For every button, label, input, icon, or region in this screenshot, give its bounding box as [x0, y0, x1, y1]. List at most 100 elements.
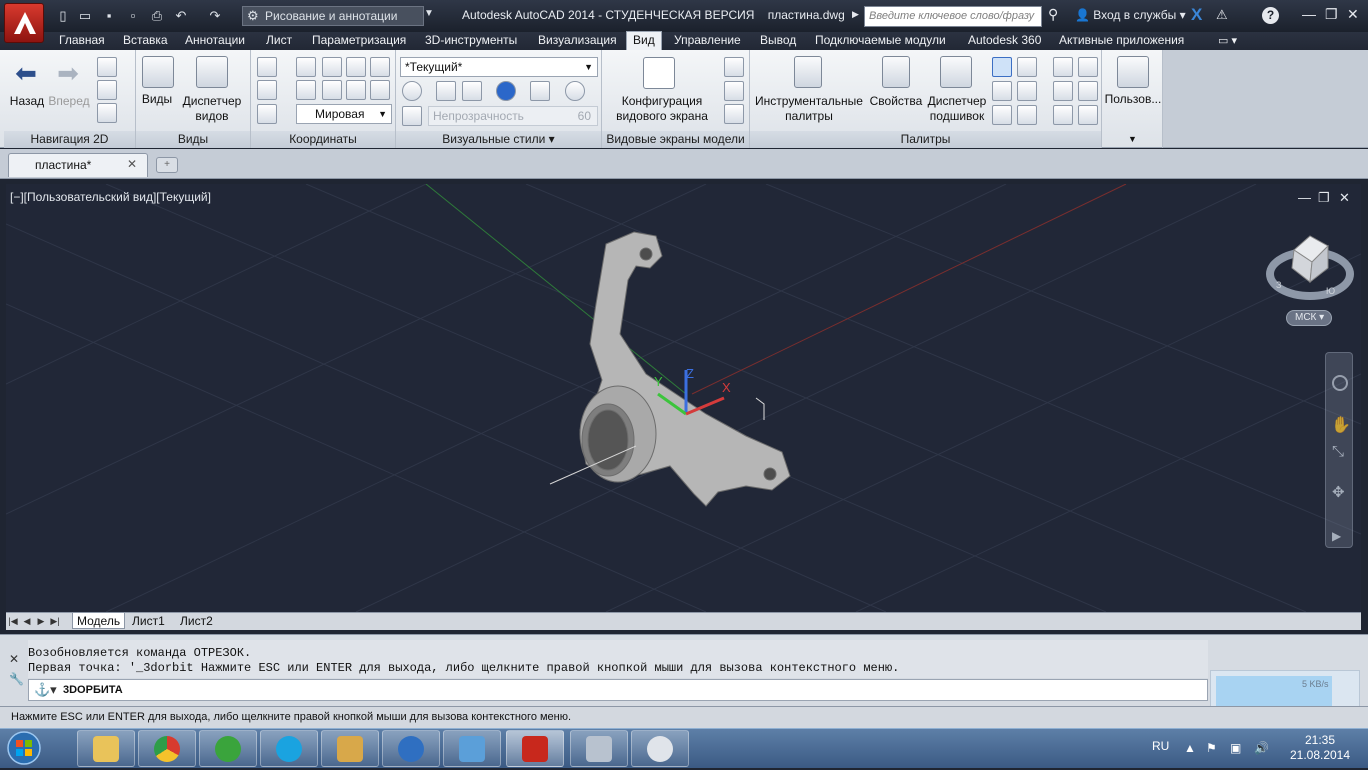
properties-icon[interactable]: [882, 56, 910, 88]
lights-list-icon[interactable]: [1078, 81, 1098, 101]
view-manager-icon[interactable]: [196, 56, 228, 88]
ucs-icon[interactable]: [257, 57, 277, 77]
ucs-previous-icon[interactable]: [296, 80, 316, 100]
visual-style-select[interactable]: *Текущий* ▼: [400, 57, 598, 77]
environment-icon[interactable]: [565, 81, 585, 101]
views-label[interactable]: Виды: [138, 92, 176, 107]
open-file-icon[interactable]: ▭: [76, 7, 94, 25]
showmotion-icon[interactable]: ▶: [1332, 529, 1341, 543]
save-as-icon[interactable]: ▫: [124, 7, 142, 25]
new-file-icon[interactable]: ▯: [54, 7, 72, 25]
properties-label[interactable]: Свойства: [868, 94, 924, 109]
last-layout-icon[interactable]: ▶|: [50, 615, 60, 627]
user-interface-icon[interactable]: [1117, 56, 1149, 88]
taskbar-photos[interactable]: [443, 730, 501, 767]
tab-view[interactable]: Вид: [626, 31, 662, 51]
sheet-set-label[interactable]: Диспетчер подшивок: [926, 94, 988, 124]
drawing-viewport[interactable]: Z Y X З Ю: [6, 184, 1361, 612]
sheet-set-icon[interactable]: [940, 56, 972, 88]
tool-palettes-icon[interactable]: [794, 56, 822, 88]
xray-icon[interactable]: [402, 106, 422, 126]
shadows-icon[interactable]: [436, 81, 456, 101]
taskbar-autocad[interactable]: [506, 730, 564, 767]
close-button[interactable]: ✕: [1347, 6, 1359, 23]
tray-expand-icon[interactable]: ▲: [1184, 741, 1196, 755]
first-layout-icon[interactable]: |◀: [8, 615, 18, 627]
markup-icon[interactable]: [992, 105, 1012, 125]
layout-tab-sheet1[interactable]: Лист1: [128, 613, 169, 629]
clock[interactable]: 21:35 21.08.2014: [1288, 733, 1352, 763]
ucs-view-icon[interactable]: [257, 104, 277, 124]
tab-insert[interactable]: Вставка: [117, 32, 174, 50]
zoom-extents-icon[interactable]: [97, 103, 117, 123]
lighting-icon[interactable]: [462, 81, 482, 101]
tab-output[interactable]: Вывод: [754, 32, 802, 50]
opacity-slider[interactable]: Непрозрачность 60: [428, 106, 598, 126]
tab-3d-tools[interactable]: 3D-инструменты: [419, 32, 523, 50]
tool-palettes-label[interactable]: Инструментальные палитры: [752, 94, 866, 124]
edge-effects-icon[interactable]: [402, 81, 422, 101]
layer-properties-icon[interactable]: [1017, 57, 1037, 77]
visual-styles-manager-icon[interactable]: [1078, 57, 1098, 77]
tab-home[interactable]: Главная: [53, 32, 111, 50]
taskbar-utorrent[interactable]: [199, 730, 257, 767]
flag-icon[interactable]: ⚑: [1206, 741, 1217, 755]
viewport-config-label[interactable]: Конфигурация видового экрана: [606, 94, 718, 124]
signin-button[interactable]: 👤 Вход в службы ▾: [1075, 8, 1186, 22]
steering-wheel-icon[interactable]: [1332, 375, 1348, 391]
tab-addins[interactable]: Подключаемые модули: [809, 32, 952, 50]
taskbar-chrome[interactable]: [138, 730, 196, 767]
taskbar-explorer[interactable]: [77, 730, 135, 767]
viewport-controls-label[interactable]: [−][Пользовательский вид][Текущий]: [10, 190, 211, 204]
ucs-3point-icon[interactable]: [322, 80, 342, 100]
ucs-world-icon[interactable]: [257, 80, 277, 100]
tab-render[interactable]: Визуализация: [532, 32, 623, 50]
maximize-button[interactable]: ❐: [1325, 6, 1338, 23]
minimize-button[interactable]: —: [1302, 6, 1316, 22]
face-style-icon[interactable]: [530, 81, 550, 101]
render-palette-icon[interactable]: [1053, 81, 1073, 101]
taskbar-downloads[interactable]: [321, 730, 379, 767]
sun-properties-icon[interactable]: [1053, 105, 1073, 125]
autocad-app-menu-button[interactable]: [4, 3, 44, 43]
tab-annotate[interactable]: Аннотации: [179, 32, 251, 50]
join-viewports-icon[interactable]: [724, 81, 744, 101]
prev-layout-icon[interactable]: ◀: [22, 615, 32, 627]
back-arrow-icon[interactable]: ⬅: [10, 58, 42, 90]
ucs-face-icon[interactable]: [370, 80, 390, 100]
taskbar-skype[interactable]: [260, 730, 318, 767]
undo-icon[interactable]: ↶: [172, 7, 190, 25]
back-label[interactable]: Назад: [8, 94, 46, 109]
volume-icon[interactable]: 🔊: [1254, 741, 1269, 755]
next-layout-icon[interactable]: ▶: [36, 615, 46, 627]
wrench-icon[interactable]: 🔧: [9, 672, 24, 686]
taskbar-paint[interactable]: [631, 730, 689, 767]
advanced-render-icon[interactable]: [1078, 105, 1098, 125]
ucs-x-icon[interactable]: [322, 57, 342, 77]
workspace-select[interactable]: ⚙ Рисование и аннотации: [242, 6, 424, 26]
tab-featured-apps[interactable]: Активные приложения: [1053, 32, 1190, 50]
viewport-restore-icon[interactable]: ❐: [1318, 190, 1330, 206]
forward-arrow-icon[interactable]: ➡: [52, 58, 84, 90]
view-manager-label[interactable]: Диспетчер видов: [180, 94, 244, 124]
zoom-icon[interactable]: ⤡: [1332, 443, 1344, 460]
layout-tab-sheet2[interactable]: Лист2: [176, 613, 217, 629]
dbconnect-icon[interactable]: [1017, 105, 1037, 125]
ucs-select[interactable]: Мировая ▼: [296, 104, 392, 124]
expand-search-icon[interactable]: ▶: [852, 9, 859, 20]
layout-tab-model[interactable]: Модель: [72, 613, 126, 629]
ucs-origin-icon[interactable]: [296, 57, 316, 77]
language-indicator[interactable]: RU: [1152, 739, 1169, 753]
chevron-down-icon[interactable]: ▼: [1128, 134, 1137, 144]
orbit-icon[interactable]: ✥: [1332, 483, 1345, 501]
save-icon[interactable]: ▪: [100, 7, 118, 25]
help-icon[interactable]: ?: [1262, 7, 1279, 24]
taskbar-kompas[interactable]: [382, 730, 440, 767]
binoculars-icon[interactable]: ⚲: [1048, 6, 1058, 23]
redo-icon[interactable]: ↷: [206, 7, 224, 25]
tab-layout[interactable]: Лист: [260, 32, 298, 50]
search-input[interactable]: Введите ключевое слово/фразу: [864, 6, 1042, 27]
command-options-icon[interactable]: ⚓▾: [34, 682, 57, 698]
pan-hand-icon[interactable]: ✋: [1331, 415, 1351, 435]
ucs-z-icon[interactable]: [370, 57, 390, 77]
